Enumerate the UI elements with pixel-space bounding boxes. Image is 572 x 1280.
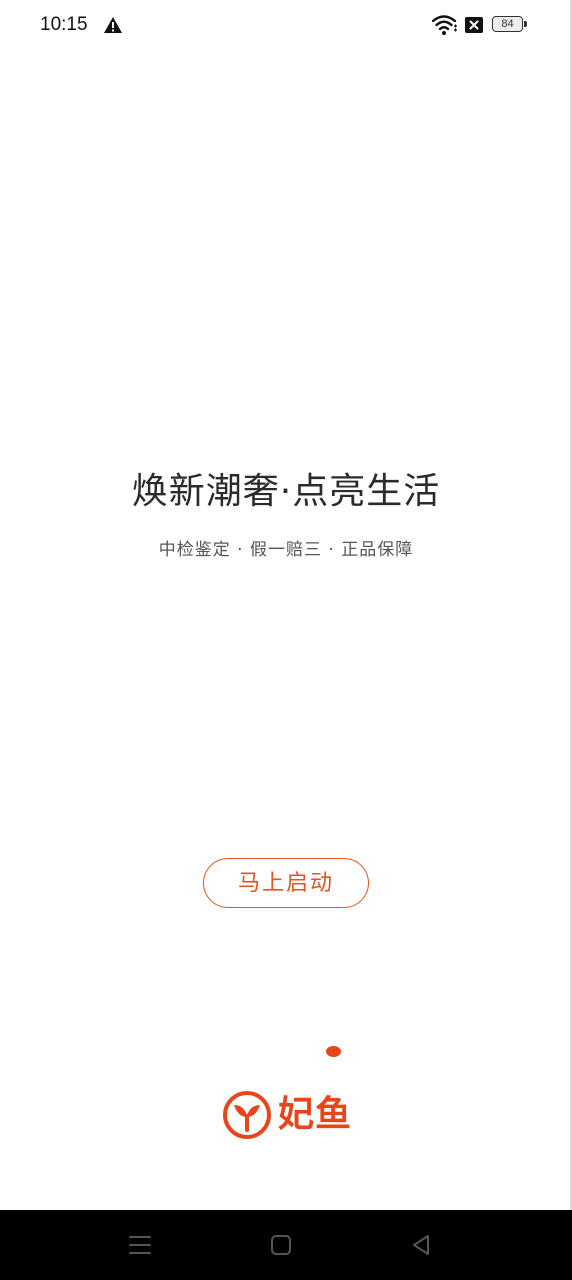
sim-disabled-icon <box>465 17 483 33</box>
status-bar: 10:15 84 <box>0 0 572 52</box>
back-icon[interactable] <box>406 1230 436 1260</box>
page-indicator-dot <box>326 1046 341 1057</box>
battery-level: 84 <box>501 18 514 30</box>
feiyu-logo-icon <box>223 1091 271 1139</box>
battery-icon: 84 <box>492 16 528 34</box>
splash-subline: 中检鉴定 · 假一赔三 · 正品保障 <box>158 540 414 560</box>
start-now-button[interactable]: 马上启动 <box>203 858 369 908</box>
battery-cap <box>524 21 527 27</box>
home-icon[interactable] <box>266 1230 296 1260</box>
menu-icon[interactable] <box>125 1230 155 1260</box>
splash-screen: 10:15 84 焕新潮奢·点亮生活 中检鉴定 · 假一赔三 · 正品保障 马上… <box>0 0 572 1280</box>
splash-headline: 焕新潮奢·点亮生活 <box>131 471 441 512</box>
wifi-icon <box>432 15 457 35</box>
status-time: 10:15 <box>40 14 88 35</box>
navigation-bar <box>0 1210 572 1280</box>
warning-icon <box>104 17 122 33</box>
brand-lockup: 妃鱼 <box>222 1090 362 1140</box>
brand-name: 妃鱼 <box>278 1094 353 1135</box>
